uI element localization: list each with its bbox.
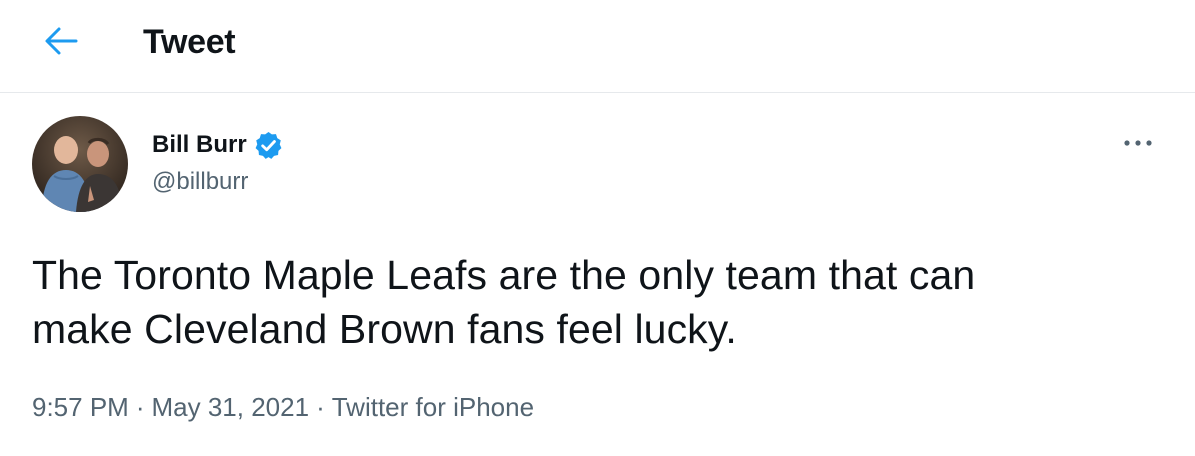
tweet-text-line-2: make Cleveland Brown fans feel lucky.: [32, 306, 737, 352]
tweet-source[interactable]: Twitter for iPhone: [332, 392, 534, 423]
tweet-text-line-1: The Toronto Maple Leafs are the only tea…: [32, 252, 976, 298]
meta-separator: ·: [316, 392, 325, 422]
more-options-button[interactable]: [1116, 128, 1160, 158]
back-button[interactable]: [38, 23, 84, 59]
arrow-left-icon: [45, 27, 78, 55]
page-title: Tweet: [143, 23, 236, 61]
author-handle[interactable]: @billburr: [152, 168, 248, 196]
meta-separator: ·: [135, 392, 145, 422]
tweet-text: The Toronto Maple Leafs are the only tea…: [32, 248, 1152, 356]
tweet-time[interactable]: 9:57 PM: [32, 392, 129, 423]
author-name[interactable]: Bill Burr: [152, 131, 247, 159]
more-horizontal-icon: [1124, 140, 1152, 146]
tweet-date[interactable]: May 31, 2021: [152, 392, 310, 423]
author-name-row: Bill Burr: [152, 128, 284, 162]
avatar[interactable]: [32, 116, 128, 212]
avatar-photo: [32, 116, 128, 212]
page-header: Tweet: [0, 0, 1195, 93]
tweet-meta: 9:57 PM · May 31, 2021 · Twitter for iPh…: [32, 392, 534, 423]
verified-badge-icon: [255, 131, 282, 159]
